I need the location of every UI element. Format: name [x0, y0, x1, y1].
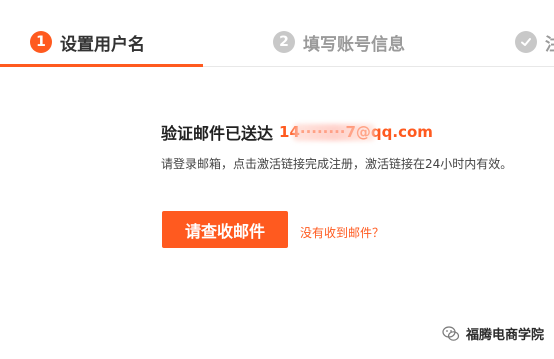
- step-3: 注: [515, 30, 554, 55]
- step-progress-bar: 1 设置用户名 2 填写账号信息 注: [0, 0, 554, 67]
- step-1: 1 设置用户名: [30, 30, 145, 55]
- step-2-number: 2: [279, 34, 289, 50]
- step-1-number-badge: 1: [30, 31, 52, 53]
- resend-email-link[interactable]: 没有收到邮件？: [300, 224, 384, 241]
- email-blur-mask: [293, 124, 376, 141]
- step-2-number-badge: 2: [273, 31, 295, 53]
- registration-page: 1 设置用户名 2 填写账号信息 注 验证邮件已送达 14········7@q…: [0, 0, 554, 359]
- check-email-button[interactable]: 请查收邮件: [162, 211, 288, 248]
- step-1-label: 设置用户名: [60, 34, 145, 55]
- step-3-label: 注: [545, 34, 554, 55]
- step-2: 2 填写账号信息: [273, 30, 405, 55]
- step-2-label: 填写账号信息: [303, 34, 405, 55]
- verification-title-row: 验证邮件已送达 14········7@qq.com: [161, 120, 433, 144]
- wechat-icon: [442, 325, 460, 343]
- checkmark-icon: [515, 31, 537, 53]
- active-step-underline: [0, 64, 203, 67]
- watermark: 福腾电商学院: [442, 324, 544, 343]
- verification-title: 验证邮件已送达: [161, 124, 274, 143]
- verification-description: 请登录邮箱，点击激活链接完成注册，激活链接在24小时内有效。: [161, 157, 513, 171]
- watermark-text: 福腾电商学院: [465, 328, 544, 343]
- masked-email: 14········7@qq.com: [279, 123, 433, 141]
- step-1-number: 1: [36, 34, 46, 50]
